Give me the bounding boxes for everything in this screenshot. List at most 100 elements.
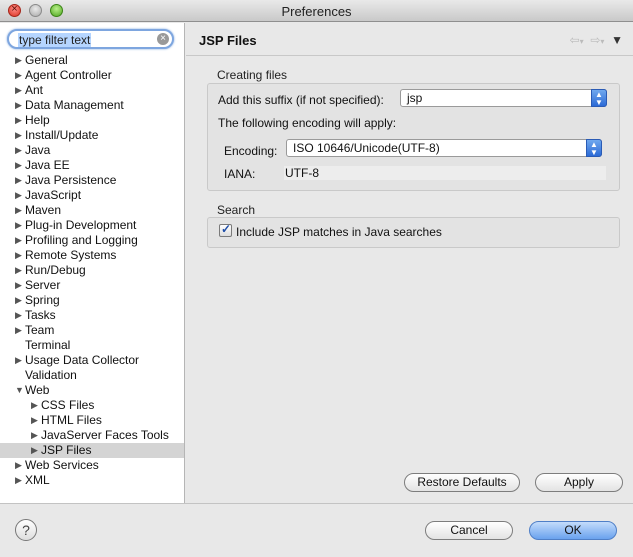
- collapsed-arrow-icon[interactable]: ▶: [15, 218, 25, 233]
- forward-arrow-icon[interactable]: ⇨: [590, 33, 600, 47]
- tree-item[interactable]: ▶ Profiling and Logging: [0, 233, 184, 248]
- tree-item-label: Data Management: [25, 98, 124, 112]
- tree-item[interactable]: ▶ Agent Controller: [0, 68, 184, 83]
- tree-item[interactable]: ▶ CSS Files: [0, 398, 184, 413]
- restore-defaults-button[interactable]: Restore Defaults: [404, 473, 520, 492]
- collapsed-arrow-icon[interactable]: ▶: [31, 398, 41, 413]
- clear-filter-icon[interactable]: ×: [157, 33, 169, 45]
- help-question-icon[interactable]: ?: [15, 519, 37, 541]
- tree-item-label: Java Persistence: [25, 173, 117, 187]
- tree-item[interactable]: ▶ Plug-in Development: [0, 218, 184, 233]
- collapsed-arrow-icon[interactable]: ▶: [15, 248, 25, 263]
- collapsed-arrow-icon[interactable]: ▶: [15, 128, 25, 143]
- collapsed-arrow-icon[interactable]: ▶: [15, 143, 25, 158]
- tree-item-label: Remote Systems: [25, 248, 117, 262]
- tree-item[interactable]: ▶ Ant: [0, 83, 184, 98]
- cancel-button[interactable]: Cancel: [425, 521, 513, 540]
- collapsed-arrow-icon[interactable]: ▶: [15, 323, 25, 338]
- back-dropdown-icon[interactable]: ▾: [580, 37, 584, 46]
- iana-value: UTF-8: [284, 166, 606, 180]
- dialog-footer: ? Cancel OK: [0, 503, 633, 557]
- tree-item[interactable]: ▶ Team: [0, 323, 184, 338]
- collapsed-arrow-icon[interactable]: ▶: [15, 473, 25, 488]
- preferences-tree: ▶ General ▶ Agent Controller ▶ Ant ▶ Data Manag…: [0, 53, 184, 488]
- tree-item-label: Usage Data Collector: [25, 353, 140, 367]
- collapsed-arrow-icon[interactable]: ▶: [15, 308, 25, 323]
- tree-item-label: Web Services: [25, 458, 99, 472]
- encoding-note: The following encoding will apply:: [218, 116, 397, 130]
- page-title: JSP Files: [199, 33, 257, 48]
- tree-item[interactable]: ▶ Help: [0, 113, 184, 128]
- tree-item[interactable]: ▶ HTML Files: [0, 413, 184, 428]
- tree-item[interactable]: ▶ Spring: [0, 293, 184, 308]
- collapsed-arrow-icon[interactable]: ▶: [15, 113, 25, 128]
- tree-item-label: HTML Files: [41, 413, 102, 427]
- apply-button[interactable]: Apply: [535, 473, 623, 492]
- forward-dropdown-icon[interactable]: ▾: [600, 37, 604, 46]
- tree-item-label: Terminal: [25, 338, 71, 352]
- tree-item[interactable]: Validation: [0, 368, 184, 383]
- tree-item[interactable]: ▶ Java EE: [0, 158, 184, 173]
- tree-item[interactable]: ▶ Usage Data Collector: [0, 353, 184, 368]
- collapsed-arrow-icon[interactable]: ▶: [15, 203, 25, 218]
- collapsed-arrow-icon[interactable]: ▶: [15, 353, 25, 368]
- encoding-select[interactable]: ISO 10646/Unicode(UTF-8) ▲ ▼: [286, 139, 602, 157]
- tree-item[interactable]: ▶ Remote Systems: [0, 248, 184, 263]
- tree-item[interactable]: ▶ Maven: [0, 203, 184, 218]
- tree-item-label: General: [25, 53, 68, 67]
- tree-item[interactable]: ▶ Java: [0, 143, 184, 158]
- tree-item[interactable]: ▶ Java Persistence: [0, 173, 184, 188]
- tree-item[interactable]: ▶ JavaScript: [0, 188, 184, 203]
- collapsed-arrow-icon[interactable]: ▶: [15, 68, 25, 83]
- iana-label: IANA:: [224, 167, 256, 181]
- suffix-select[interactable]: jsp ▲ ▼: [400, 89, 607, 107]
- tree-item[interactable]: ▶ General: [0, 53, 184, 68]
- tree-item[interactable]: ▶ Install/Update: [0, 128, 184, 143]
- filter-input-text: type filter text: [18, 33, 92, 47]
- collapsed-arrow-icon[interactable]: ▶: [31, 443, 41, 458]
- collapsed-arrow-icon[interactable]: ▶: [15, 458, 25, 473]
- encoding-label: Encoding:: [224, 144, 278, 158]
- tree-item[interactable]: ▶ Tasks: [0, 308, 184, 323]
- collapsed-arrow-icon[interactable]: ▶: [15, 98, 25, 113]
- collapsed-arrow-icon[interactable]: ▶: [15, 173, 25, 188]
- tree-item[interactable]: ▶ Web Services: [0, 458, 184, 473]
- tree-item[interactable]: ▶ JavaServer Faces Tools: [0, 428, 184, 443]
- creating-files-group-label: Creating files: [217, 68, 288, 82]
- tree-item[interactable]: Terminal: [0, 338, 184, 353]
- tree-item-label: Server: [25, 278, 61, 292]
- collapsed-arrow-icon[interactable]: ▶: [15, 233, 25, 248]
- tree-item[interactable]: ▶ JSP Files: [0, 443, 184, 458]
- collapsed-arrow-icon[interactable]: ▶: [15, 188, 25, 203]
- collapsed-arrow-icon[interactable]: ▶: [31, 428, 41, 443]
- tree-item[interactable]: ▶ Server: [0, 278, 184, 293]
- collapsed-arrow-icon[interactable]: ▶: [31, 413, 41, 428]
- collapsed-arrow-icon[interactable]: ▶: [15, 53, 25, 68]
- collapsed-arrow-icon[interactable]: ▶: [15, 158, 25, 173]
- back-arrow-icon[interactable]: ⇦: [570, 33, 580, 47]
- tree-item-label: Web: [25, 383, 50, 397]
- expanded-arrow-icon[interactable]: ▼: [15, 383, 25, 398]
- tree-item[interactable]: ▶ XML: [0, 473, 184, 488]
- tree-item-label: Help: [25, 113, 50, 127]
- tree-item[interactable]: ▼ Web: [0, 383, 184, 398]
- collapsed-arrow-icon[interactable]: ▶: [15, 83, 25, 98]
- preferences-sidebar: type filter text × ▶ General ▶ Agent Contro…: [0, 23, 185, 503]
- ok-button[interactable]: OK: [529, 521, 617, 540]
- tree-item-label: Maven: [25, 203, 62, 217]
- tree-item[interactable]: ▶ Data Management: [0, 98, 184, 113]
- tree-item-label: JSP Files: [41, 443, 92, 457]
- tree-item-label: Install/Update: [25, 128, 99, 142]
- include-jsp-checkbox[interactable]: ✓: [219, 222, 232, 237]
- tree-item[interactable]: ▶ Run/Debug: [0, 263, 184, 278]
- encoding-select-value: ISO 10646/Unicode(UTF-8): [293, 141, 440, 155]
- tree-item-label: Java EE: [25, 158, 70, 172]
- select-arrows-icon: ▲ ▼: [591, 89, 607, 107]
- tree-item-label: Java: [25, 143, 51, 157]
- preference-page: JSP Files ⇦▾ ⇨▾ ▼ Creating files Add thi…: [186, 23, 633, 503]
- filter-input[interactable]: type filter text ×: [7, 29, 174, 49]
- collapsed-arrow-icon[interactable]: ▶: [15, 263, 25, 278]
- collapsed-arrow-icon[interactable]: ▶: [15, 278, 25, 293]
- collapsed-arrow-icon[interactable]: ▶: [15, 293, 25, 308]
- view-menu-icon[interactable]: ▼: [611, 33, 623, 47]
